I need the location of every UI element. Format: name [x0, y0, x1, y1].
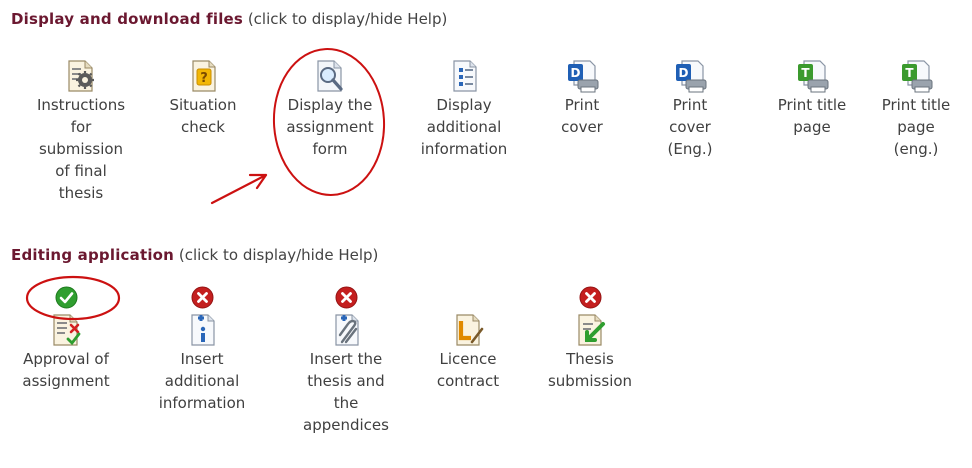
thesis-submission-label: Thesis submission [547, 350, 633, 390]
document-info-icon [453, 60, 477, 92]
approval-item[interactable]: Approval of assignment [6, 286, 126, 392]
situation-check-label: Situation check [169, 96, 237, 136]
insert-thesis-label: Insert the thesis and the appendices [303, 350, 389, 434]
editing-section-title[interactable]: Editing application [11, 246, 174, 264]
document-insert-info-icon [191, 314, 215, 346]
print-title-page-item[interactable]: T Print title page [752, 58, 872, 138]
print-cover-eng-item[interactable]: D Print cover (Eng.) [630, 58, 750, 160]
insert-thesis-item[interactable]: Insert the thesis and the appendices [286, 286, 406, 436]
editing-section-hint[interactable]: (click to display/hide Help) [179, 246, 379, 264]
licence-contract-icon [456, 314, 484, 346]
display-additional-info-item[interactable]: Display additional information [404, 58, 524, 160]
licence-contract-item[interactable]: Licence contract [408, 286, 528, 392]
title-print-icon: T [798, 60, 829, 93]
print-title-page-eng-label: Print title page (eng.) [881, 96, 951, 158]
svg-text:T: T [905, 66, 914, 80]
print-cover-item[interactable]: D Print cover [522, 58, 642, 138]
print-cover-eng-label: Print cover (Eng.) [667, 96, 713, 158]
thesis-submit-icon [578, 314, 605, 346]
annotation-arrow [210, 173, 268, 205]
document-attach-icon [335, 314, 359, 346]
document-question-icon: ? [192, 60, 216, 92]
display-additional-info-label: Display additional information [420, 96, 508, 158]
cross-icon [191, 286, 213, 309]
title-print-icon: T [902, 60, 933, 93]
word-print-icon: D [568, 60, 599, 93]
document-gear-icon [68, 60, 94, 92]
instructions-label: Instructions for submission of final the… [36, 96, 126, 202]
print-title-page-eng-item[interactable]: T Print title page (eng.) [856, 58, 972, 160]
display-section-title[interactable]: Display and download files [11, 10, 243, 28]
cross-icon [579, 286, 601, 309]
editing-section-header[interactable]: Editing application (click to display/hi… [11, 246, 378, 264]
print-cover-label: Print cover [561, 96, 603, 136]
svg-text:D: D [571, 66, 581, 80]
instructions-item[interactable]: Instructions for submission of final the… [21, 58, 141, 204]
licence-contract-label: Licence contract [436, 350, 500, 390]
print-title-page-label: Print title page [777, 96, 847, 136]
insert-additional-info-item[interactable]: Insert additional information [142, 286, 262, 414]
display-section-header[interactable]: Display and download files (click to dis… [11, 10, 447, 28]
display-assignment-form-item[interactable]: Display the assignment form [270, 58, 390, 160]
approval-label: Approval of assignment [22, 350, 110, 390]
document-magnifier-icon [317, 60, 343, 92]
svg-text:?: ? [200, 71, 208, 86]
display-assignment-form-label: Display the assignment form [286, 96, 374, 158]
insert-additional-info-label: Insert additional information [158, 350, 246, 412]
thesis-submission-item[interactable]: Thesis submission [530, 286, 650, 392]
svg-text:T: T [801, 66, 810, 80]
svg-text:D: D [679, 66, 689, 80]
document-approve-icon [53, 314, 81, 346]
display-section-hint[interactable]: (click to display/hide Help) [248, 10, 448, 28]
status-spacer [408, 286, 528, 312]
situation-check-item[interactable]: ? Situation check [143, 58, 263, 138]
check-icon [55, 286, 77, 309]
word-print-icon: D [676, 60, 707, 93]
cross-icon [335, 286, 357, 309]
